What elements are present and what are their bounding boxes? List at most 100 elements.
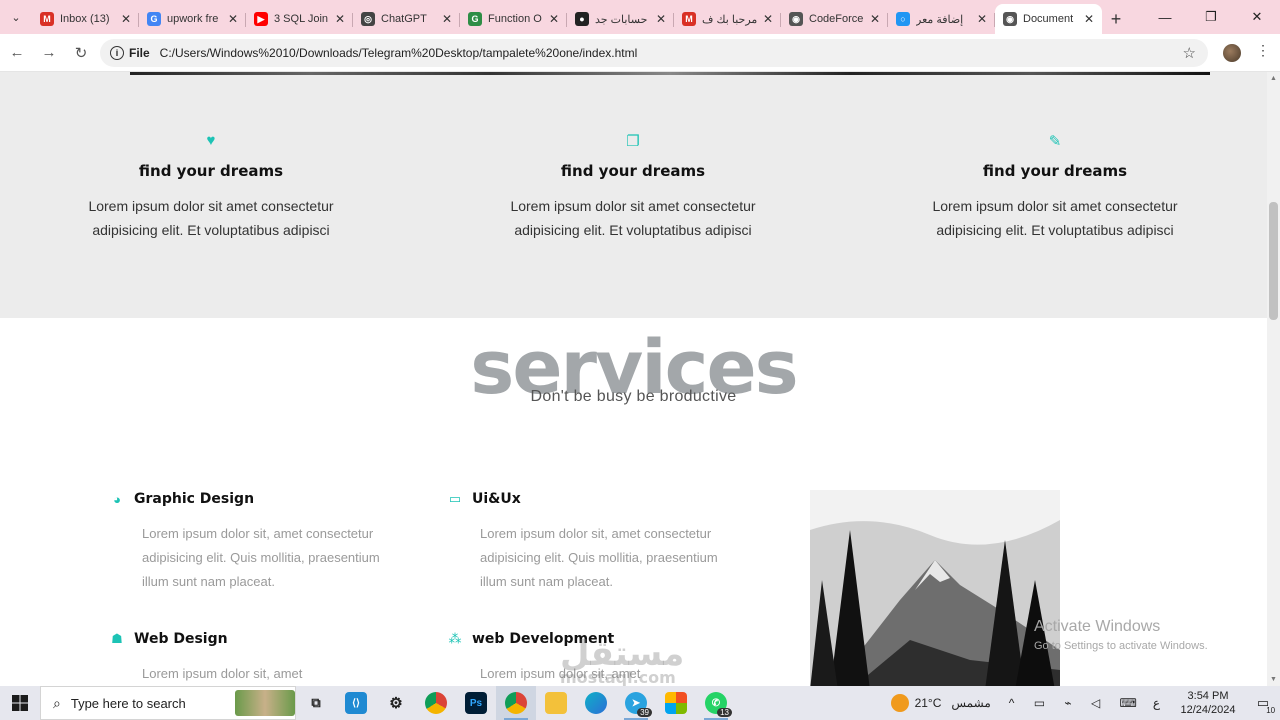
telegram-icon[interactable]: ➤ 39 <box>616 686 656 720</box>
activate-windows-watermark: Activate Windows Go to Settings to activ… <box>1034 618 1208 652</box>
tab-close-icon[interactable]: ✕ <box>121 12 131 26</box>
service-item: ▭ Ui&Ux Lorem ipsum dolor sit, amet cons… <box>446 490 726 594</box>
taskbar-search[interactable]: ⌕ Type here to search <box>40 686 296 720</box>
search-highlight-image <box>235 690 295 716</box>
service-item: ☗ Web Design Lorem ipsum dolor sit, amet <box>108 630 388 686</box>
clock[interactable]: 3:54 PM 12/24/2024 <box>1170 689 1246 717</box>
browser-tab[interactable]: M Inbox (13) ✕ <box>32 4 139 34</box>
vscode-icon[interactable]: ⟨⟩ <box>336 686 376 720</box>
feature-title: find your dreams <box>982 162 1128 180</box>
reload-icon[interactable]: ↻ <box>66 38 96 68</box>
weather-widget[interactable]: 21°C مشمس <box>890 694 991 712</box>
windows-start-button[interactable] <box>0 686 40 720</box>
back-icon[interactable]: ← <box>2 38 32 68</box>
language-indicator[interactable]: ع <box>1153 696 1160 710</box>
notification-center-icon[interactable]: ▭ 10 <box>1246 695 1280 715</box>
tab-list: M Inbox (13) ✕ Gupwork fre ✕ ▶ 3 SQL Join ✕ ◎ Cha… <box>32 4 1102 34</box>
activate-title: Activate Windows <box>1034 618 1161 635</box>
tab-favicon-icon: M <box>40 12 54 26</box>
feature-title: find your dreams <box>138 162 284 180</box>
tab-close-icon[interactable]: ✕ <box>870 12 880 26</box>
browser-tab[interactable]: ◎ ChatGPT ✕ <box>353 4 460 34</box>
services-subtitle: Don't be busy be broductive <box>530 388 737 405</box>
task-view-icon[interactable]: ⧉ <box>296 686 336 720</box>
mountain-photo <box>810 490 1060 686</box>
menu-kebab-icon[interactable]: ⋮ <box>1256 42 1270 59</box>
mostaql-domain: mostaql.com <box>560 668 676 686</box>
tab-favicon-icon: G <box>468 12 482 26</box>
tab-favicon-icon: ◉ <box>789 12 803 26</box>
browser-tab[interactable]: ○ إضافة معر ✕ <box>888 4 995 34</box>
browser-tab[interactable]: ◉ CodeForce ✕ <box>781 4 888 34</box>
pencil-icon: ✎ <box>1048 133 1062 150</box>
whatsapp-icon[interactable]: ✆ 13 <box>696 686 736 720</box>
tab-close-icon[interactable]: ✕ <box>977 12 987 26</box>
service-text: Lorem ipsum dolor sit, amet consectetur … <box>142 526 380 589</box>
close-window-icon[interactable]: ✕ <box>1234 0 1280 34</box>
tab-label: مرحبا بك ف <box>702 13 758 26</box>
page-scrollbar[interactable]: ▲ ▼ <box>1267 72 1280 686</box>
tab-label: ChatGPT <box>381 13 427 25</box>
pie-chart-icon: ◕ <box>113 491 121 507</box>
chrome-icon[interactable] <box>416 686 456 720</box>
forward-icon[interactable]: → <box>34 38 64 68</box>
tab-search-icon[interactable]: ⌄ <box>0 0 32 34</box>
tab-close-icon[interactable]: ✕ <box>549 12 559 26</box>
profile-avatar[interactable] <box>1223 44 1241 62</box>
scroll-up-icon[interactable]: ▲ <box>1270 75 1277 82</box>
tab-close-icon[interactable]: ✕ <box>335 12 345 26</box>
taskbar-search-placeholder: Type here to search <box>70 695 186 711</box>
tab-favicon-icon: M <box>682 12 696 26</box>
minimize-icon[interactable]: — <box>1142 0 1188 34</box>
feature-card: ❐ find your dreams Lorem ipsum dolor sit… <box>483 132 783 242</box>
browser-tab[interactable]: M مرحبا بك ف ✕ <box>674 4 781 34</box>
telegram-badge: 39 <box>637 708 652 717</box>
tab-favicon-icon: ◎ <box>361 12 375 26</box>
info-icon[interactable]: i <box>110 46 124 60</box>
tab-label: Function O <box>488 13 542 25</box>
cubes-icon: ⁂ <box>448 631 462 646</box>
tab-close-icon[interactable]: ✕ <box>228 12 238 26</box>
mostaql-watermark: مستقل mostaql.com <box>560 634 684 686</box>
store-icon[interactable] <box>656 686 696 720</box>
browser-tab[interactable]: ▶ 3 SQL Join ✕ <box>246 4 353 34</box>
browser-tab[interactable]: ● حسابات جد ✕ <box>567 4 674 34</box>
tab-label: CodeForce <box>809 13 864 25</box>
tab-label: upwork fre <box>167 13 219 25</box>
copy-icon: ❐ <box>626 133 640 150</box>
tab-favicon-icon: ○ <box>896 12 910 26</box>
maximize-icon[interactable]: ❐ <box>1188 0 1234 34</box>
activate-subtitle: Go to Settings to activate Windows. <box>1034 640 1208 652</box>
system-tray: 21°C مشمس ^ ▭ ⌁ ◁ ⌨ ع 3:54 PM 12/24/2024… <box>890 686 1280 720</box>
tab-close-icon[interactable]: ✕ <box>442 12 452 26</box>
scroll-down-icon[interactable]: ▼ <box>1270 676 1277 683</box>
settings-gear-icon[interactable]: ⚙ <box>376 686 416 720</box>
features-section: ♥ find your dreams Lorem ipsum dolor sit… <box>0 76 1267 318</box>
new-tab-button[interactable]: + <box>1102 4 1130 34</box>
ghost-icon: ☗ <box>111 631 123 646</box>
service-item: ◕ Graphic Design Lorem ipsum dolor sit, … <box>108 490 388 594</box>
tray-icons[interactable]: ^ ▭ ⌁ ◁ ⌨ <box>1009 696 1145 710</box>
feature-card: ✎ find your dreams Lorem ipsum dolor sit… <box>905 132 1205 242</box>
feature-title: find your dreams <box>560 162 706 180</box>
tab-close-icon[interactable]: ✕ <box>1084 12 1094 26</box>
browser-tab[interactable]: G Function O ✕ <box>460 4 567 34</box>
service-text: Lorem ipsum dolor sit, amet consectetur … <box>480 526 718 589</box>
service-title: Graphic Design <box>134 491 255 507</box>
feature-text: Lorem ipsum dolor sit amet consectetur a… <box>510 198 756 238</box>
tab-favicon-icon: ● <box>575 12 589 26</box>
scrollbar-thumb[interactable] <box>1269 202 1278 320</box>
browser-tab[interactable]: Gupwork fre ✕ <box>139 4 246 34</box>
address-bar[interactable]: i File C:/Users/Windows%2010/Downloads/T… <box>100 39 1208 67</box>
tab-close-icon[interactable]: ✕ <box>656 12 666 26</box>
tab-close-icon[interactable]: ✕ <box>763 12 773 26</box>
search-icon: ⌕ <box>53 694 61 711</box>
edge-icon[interactable] <box>576 686 616 720</box>
browser-tab[interactable]: ◉ Document ✕ <box>995 4 1102 34</box>
photoshop-icon[interactable]: Ps <box>456 686 496 720</box>
bookmark-star-icon[interactable]: ☆ <box>1183 44 1196 62</box>
file-explorer-icon[interactable] <box>536 686 576 720</box>
address-url: C:/Users/Windows%2010/Downloads/Telegram… <box>159 46 638 60</box>
feature-text: Lorem ipsum dolor sit amet consectetur a… <box>932 198 1178 238</box>
chrome-active-icon[interactable] <box>496 686 536 720</box>
